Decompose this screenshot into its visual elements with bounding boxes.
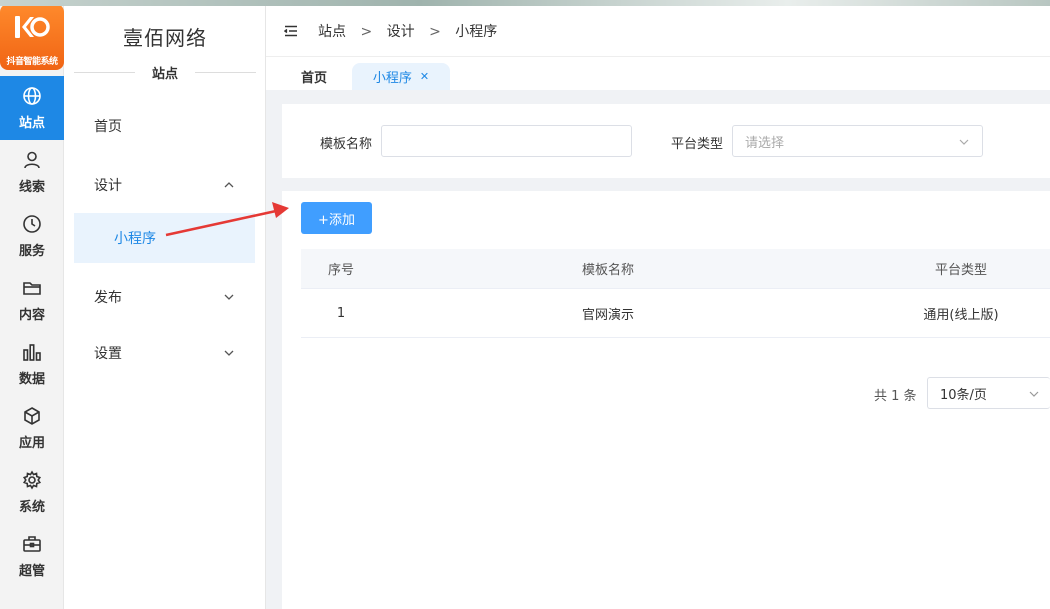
cell-index: 1	[336, 305, 346, 321]
template-name-input[interactable]	[381, 125, 632, 157]
sidebar-item-home[interactable]: 首页	[74, 100, 255, 152]
breadcrumb: 站点 > 设计 > 小程序	[318, 21, 497, 41]
section-title: 站点	[135, 63, 195, 82]
sub-sidebar: 壹佰网络 站点 首页 设计 小程序 发布 设置	[64, 0, 266, 609]
menu-fold-icon[interactable]	[284, 25, 298, 37]
icon-rail: 抖音智能系统 站点 线索 服务 内容 数据 应用 系统 超管	[0, 0, 64, 609]
tab-miniprogram[interactable]: 小程序 ✕	[352, 63, 450, 90]
rail-item-service[interactable]: 服务	[0, 204, 64, 268]
rail-label: 系统	[18, 499, 45, 515]
chevron-down-icon	[224, 350, 234, 356]
bar-chart-icon	[23, 343, 41, 361]
sidebar-item-publish[interactable]: 发布	[74, 271, 255, 323]
table-panel: +添加 序号 模板名称 平台类型 1 官网演示 通用(线上版) 共 1 条 10…	[282, 191, 1050, 609]
brand-name: 壹佰网络	[123, 26, 207, 50]
sidebar-item-label: 发布	[94, 290, 122, 306]
rail-item-leads[interactable]: 线索	[0, 140, 64, 204]
user-icon	[24, 151, 40, 168]
chevron-up-icon	[224, 182, 234, 188]
rail-label: 服务	[18, 243, 45, 259]
rail-label: 内容	[18, 307, 45, 323]
chevron-down-icon	[1029, 391, 1039, 397]
top-strip	[0, 0, 1050, 6]
rail-label: 应用	[18, 435, 45, 451]
page-size-select[interactable]: 10条/页	[927, 377, 1050, 409]
rail-label: 站点	[18, 115, 45, 131]
folder-icon	[23, 281, 41, 295]
logo-text: 抖音智能系统	[6, 57, 58, 67]
clock-icon	[23, 214, 41, 233]
rail-item-site[interactable]: 站点	[0, 76, 64, 140]
cell-name: 官网演示	[581, 307, 634, 323]
sidebar-item-design[interactable]: 设计	[74, 159, 255, 211]
cell-platform: 通用(线上版)	[923, 307, 999, 323]
rail-label: 超管	[18, 563, 45, 579]
app-logo[interactable]: 抖音智能系统	[0, 4, 64, 70]
rail-label: 数据	[18, 371, 45, 387]
column-header-name: 模板名称	[581, 263, 634, 278]
platform-type-select[interactable]: 请选择	[732, 125, 983, 157]
pager-total: 共 1 条	[874, 389, 917, 404]
rail-label: 线索	[18, 179, 45, 195]
gear-icon	[22, 469, 42, 490]
tab-label: 小程序	[372, 71, 412, 86]
rail-item-admin[interactable]: 超管	[0, 524, 64, 588]
template-name-label: 模板名称	[320, 137, 373, 152]
chevron-down-icon	[959, 139, 969, 145]
rail-item-system[interactable]: 系统	[0, 460, 64, 524]
column-header-platform: 平台类型	[934, 263, 987, 278]
table-row[interactable]: 1 官网演示 通用(线上版)	[301, 289, 1050, 338]
search-form: 模板名称 平台类型 请选择	[282, 104, 1050, 178]
globe-icon	[23, 86, 41, 105]
logo-icon	[15, 16, 50, 38]
rail-item-apps[interactable]: 应用	[0, 396, 64, 460]
sidebar-item-label: 首页	[94, 119, 122, 135]
cube-icon	[24, 406, 40, 425]
top-header: 站点 > 设计 > 小程序	[266, 6, 1050, 57]
breadcrumb-item: 小程序	[455, 24, 498, 40]
tab-home[interactable]: 首页	[301, 63, 327, 90]
tab-label: 首页	[301, 71, 328, 86]
breadcrumb-separator: >	[360, 24, 373, 40]
breadcrumb-separator: >	[429, 24, 441, 40]
sidebar-item-label: 设计	[94, 178, 122, 194]
chevron-down-icon	[224, 294, 234, 300]
rail-item-content[interactable]: 内容	[0, 268, 64, 332]
column-header-index: 序号	[327, 263, 354, 278]
page-size-value: 10条/页	[940, 387, 987, 403]
sidebar-item-label: 小程序	[114, 231, 156, 247]
tab-bar: 首页 小程序 ✕	[266, 57, 1050, 90]
sidebar-item-miniprogram[interactable]: 小程序	[74, 213, 255, 263]
breadcrumb-item[interactable]: 设计	[387, 24, 415, 40]
rail-item-data[interactable]: 数据	[0, 332, 64, 396]
sidebar-item-label: 设置	[94, 346, 122, 362]
close-icon[interactable]: ✕	[420, 70, 429, 83]
add-button[interactable]: +添加	[301, 202, 372, 234]
breadcrumb-item[interactable]: 站点	[318, 24, 346, 40]
briefcase-icon	[23, 535, 41, 552]
sidebar-item-settings[interactable]: 设置	[74, 327, 255, 379]
select-placeholder: 请选择	[745, 135, 785, 151]
table-header: 序号 模板名称 平台类型	[301, 249, 1050, 289]
platform-type-label: 平台类型	[671, 137, 724, 152]
